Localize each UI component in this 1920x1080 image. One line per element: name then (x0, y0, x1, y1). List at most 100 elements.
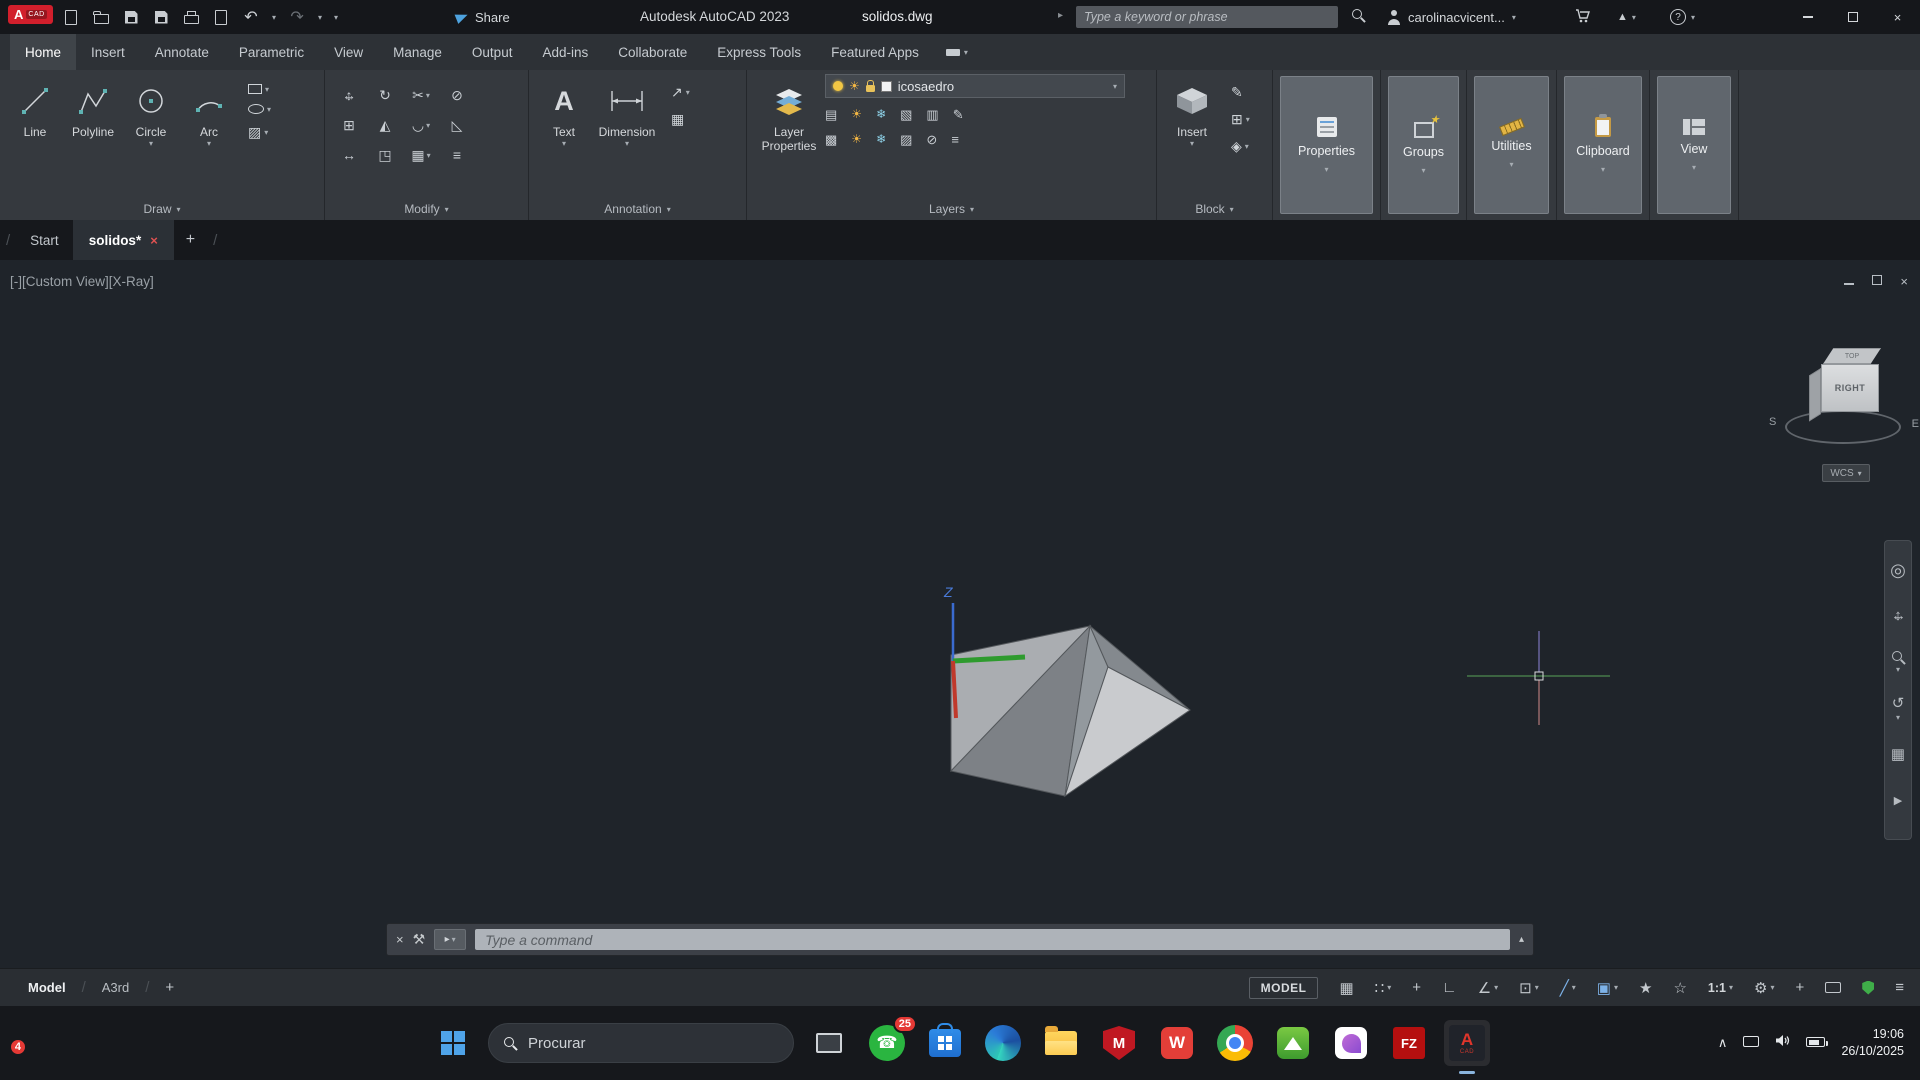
dimension-dropdown-icon[interactable]: ▾ (625, 139, 629, 148)
layer-tool-icon[interactable]: ❄ (876, 132, 886, 148)
tab-featured-apps[interactable]: Featured Apps (816, 34, 934, 70)
taskbar-autocad-active[interactable]: A CAD (1444, 1020, 1490, 1066)
tab-view[interactable]: View (319, 34, 378, 70)
taskbar-whatsapp[interactable]: ☎ 25 (864, 1020, 910, 1066)
fillet-tool[interactable]: ◡▾ (403, 110, 439, 140)
icosahedron-object[interactable] (951, 626, 1190, 796)
compass-east-label[interactable]: E (1912, 418, 1919, 430)
layer-dropdown[interactable]: ★ ☀ icosaedro ▾ (825, 74, 1125, 98)
layer-tool-icon[interactable]: ⊘ (926, 132, 937, 148)
share-button[interactable]: Share (456, 0, 510, 34)
redo-dropdown-icon[interactable]: ▾ (318, 13, 322, 22)
properties-panel-button[interactable]: Properties ▾ (1280, 76, 1373, 214)
layer-tool-icon[interactable]: ≡ (951, 132, 959, 148)
move-tool[interactable]: ↔↕ (331, 80, 367, 110)
tab-add-ins[interactable]: Add-ins (527, 34, 603, 70)
search-expand-icon[interactable]: ▸ (1058, 10, 1063, 21)
grid-display-icon[interactable]: ▦ (1339, 979, 1353, 997)
close-button[interactable]: × (1875, 0, 1920, 34)
security-shield-icon[interactable] (1862, 981, 1874, 995)
trim-tool[interactable]: ✂▾ (403, 80, 439, 110)
tab-insert[interactable]: Insert (76, 34, 140, 70)
new-file-icon[interactable] (62, 8, 80, 26)
hatch-tool[interactable]: ▨▾ (248, 124, 271, 141)
rectangle-tool[interactable]: ▾ (248, 84, 271, 94)
copy-tool[interactable]: ⊞ (331, 110, 367, 140)
annotation-panel-footer[interactable]: Annotation▾ (529, 198, 746, 220)
taskbar-microsoft-store[interactable] (922, 1020, 968, 1066)
command-customize-icon[interactable]: ⚒ (413, 931, 426, 948)
table-tool[interactable]: ▦ (671, 111, 690, 128)
taskbar-clock[interactable]: 19:06 26/10/2025 (1841, 1026, 1904, 1060)
offset-tool[interactable]: ≡ (439, 140, 475, 170)
viewcube-top-face[interactable]: TOP (1823, 348, 1881, 364)
object-snap-icon[interactable]: ⊡▾ (1519, 979, 1539, 997)
battery-icon[interactable] (1806, 1034, 1825, 1052)
utilities-panel-button[interactable]: Utilities ▾ (1474, 76, 1549, 214)
insert-block-tool[interactable]: Insert ▾ (1163, 74, 1221, 198)
line-tool[interactable]: Line (6, 74, 64, 198)
open-file-icon[interactable] (92, 8, 110, 26)
polyline-tool[interactable]: Polyline (64, 74, 122, 198)
modify-panel-footer[interactable]: Modify▾ (325, 198, 528, 220)
mirror-tool[interactable]: ◭ (367, 110, 403, 140)
volume-icon[interactable] (1775, 1034, 1790, 1052)
isodraft-icon[interactable]: ╱▾ (1560, 979, 1576, 997)
layer-tool-icon[interactable]: ☀ (851, 132, 862, 148)
viewcube[interactable]: S E TOP RIGHT (1775, 324, 1915, 474)
help-menu[interactable]: ? ▾ (1670, 0, 1695, 34)
compass-south-label[interactable]: S (1769, 416, 1776, 428)
recent-commands-button[interactable]: ▸ ▾ (434, 929, 466, 950)
taskbar-search[interactable] (488, 1023, 794, 1063)
layer-tool-icon[interactable]: ▧ (900, 107, 912, 123)
autodesk-apps-menu[interactable]: ▲ ▾ (1617, 0, 1636, 34)
tab-manage[interactable]: Manage (378, 34, 457, 70)
text-tool[interactable]: A Text ▾ (535, 74, 593, 198)
dynamic-input-icon[interactable]: + (1412, 979, 1421, 996)
autocad-app-menu[interactable]: A CAD (8, 5, 53, 24)
app-store-cart-icon[interactable] (1575, 9, 1591, 26)
annotation-monitor-icon[interactable]: + (1795, 979, 1804, 996)
file-tab-solidos[interactable]: solidos* × (73, 220, 174, 260)
model-tab[interactable]: Model (28, 980, 66, 995)
navigation-wheel-icon[interactable]: ◎ (1885, 547, 1911, 593)
ribbon-display-toggle[interactable]: ▾ (946, 34, 968, 70)
ellipse-tool[interactable]: ▾ (248, 104, 271, 114)
draw-panel-footer[interactable]: Draw▾ (0, 198, 324, 220)
insert-dropdown-icon[interactable]: ▾ (1190, 139, 1194, 148)
showmotion-icon[interactable]: ▶ (1885, 777, 1911, 823)
wcs-dropdown[interactable]: WCS ▾ (1822, 464, 1870, 482)
taskbar-edge[interactable] (980, 1020, 1026, 1066)
clipboard-panel-button[interactable]: Clipboard ▾ (1564, 76, 1642, 214)
taskbar-mcafee[interactable]: M (1096, 1020, 1142, 1066)
file-tab-close-icon[interactable]: × (150, 233, 158, 248)
taskbar-chrome[interactable] (1212, 1020, 1258, 1066)
arc-tool[interactable]: Arc ▾ (180, 74, 238, 198)
redo-button[interactable]: ↷ (288, 8, 306, 26)
command-close-icon[interactable]: × (396, 932, 404, 947)
layer-tool-icon[interactable]: ▥ (926, 107, 938, 123)
command-line[interactable]: × ⚒ ▸ ▾ ▴ (386, 923, 1534, 956)
save-icon[interactable] (122, 8, 140, 26)
drawing-area[interactable]: [-][Custom View][X-Ray] × Z (0, 260, 1920, 968)
arc-dropdown-icon[interactable]: ▾ (207, 139, 211, 148)
groups-panel-button[interactable]: Groups ▾ (1388, 76, 1459, 214)
taskbar-filezilla[interactable]: FZ (1386, 1020, 1432, 1066)
tab-annotate[interactable]: Annotate (140, 34, 224, 70)
block-attributes-tool[interactable]: ◈▾ (1231, 138, 1250, 155)
pan-icon[interactable]: ↔↕ (1885, 593, 1911, 639)
ortho-mode-icon[interactable]: ∟ (1442, 979, 1457, 996)
orbit-icon[interactable]: ↺▾ (1885, 685, 1911, 731)
publish-icon[interactable] (212, 8, 230, 26)
start-button[interactable] (430, 1020, 476, 1066)
look-icon[interactable]: ▦ (1885, 731, 1911, 777)
layout-tab-a3rd[interactable]: A3rd (102, 980, 129, 995)
viewcube-left-face[interactable] (1809, 368, 1821, 421)
command-history-icon[interactable]: ▴ (1519, 934, 1524, 945)
polar-tracking-icon[interactable]: ∠▾ (1478, 979, 1498, 997)
new-layout-button[interactable]: + (165, 979, 174, 996)
file-tab-start[interactable]: Start (16, 233, 73, 248)
graphics-performance-icon[interactable] (1825, 982, 1841, 993)
layer-tool-icon[interactable]: ✎ (953, 107, 964, 123)
search-icon[interactable] (1352, 9, 1365, 22)
